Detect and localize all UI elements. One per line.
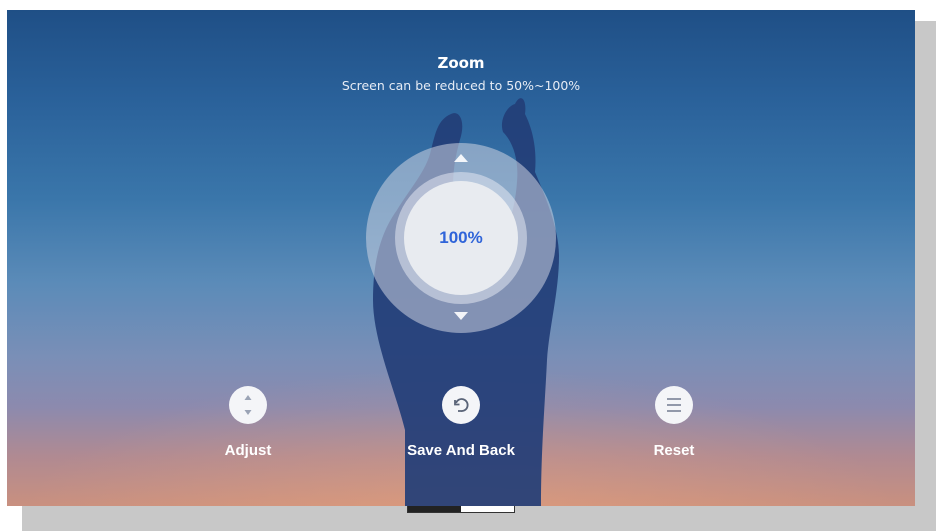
menu-lines-icon (667, 398, 681, 412)
undo-arrow-icon (454, 398, 469, 412)
adjust-button[interactable]: Adjust (178, 386, 318, 459)
zoom-value: 100% (439, 228, 483, 247)
dialog-title: Zoom (437, 54, 485, 72)
save-and-back-button[interactable]: Save And Back (391, 386, 531, 459)
zoom-decrease-arrow-icon[interactable] (454, 312, 468, 320)
save-and-back-label: Save And Back (407, 442, 515, 459)
dialog-subtitle: Screen can be reduced to 50%~100% (341, 78, 581, 93)
reset-icon-circle[interactable] (655, 386, 693, 424)
save-icon-circle[interactable] (442, 386, 480, 424)
adjust-label: Adjust (224, 442, 272, 459)
zoom-increase-arrow-icon[interactable] (454, 154, 468, 162)
up-down-arrows-icon (244, 395, 252, 415)
zoom-value-display: 100% (404, 181, 518, 295)
bottom-tab-indicator (407, 506, 515, 513)
adjust-icon-circle[interactable] (229, 386, 267, 424)
bottom-tab-fill (408, 506, 461, 512)
reset-label: Reset (653, 442, 695, 459)
zoom-screen: Zoom Screen can be reduced to 50%~100% 1… (7, 10, 915, 506)
reset-button[interactable]: Reset (604, 386, 744, 459)
